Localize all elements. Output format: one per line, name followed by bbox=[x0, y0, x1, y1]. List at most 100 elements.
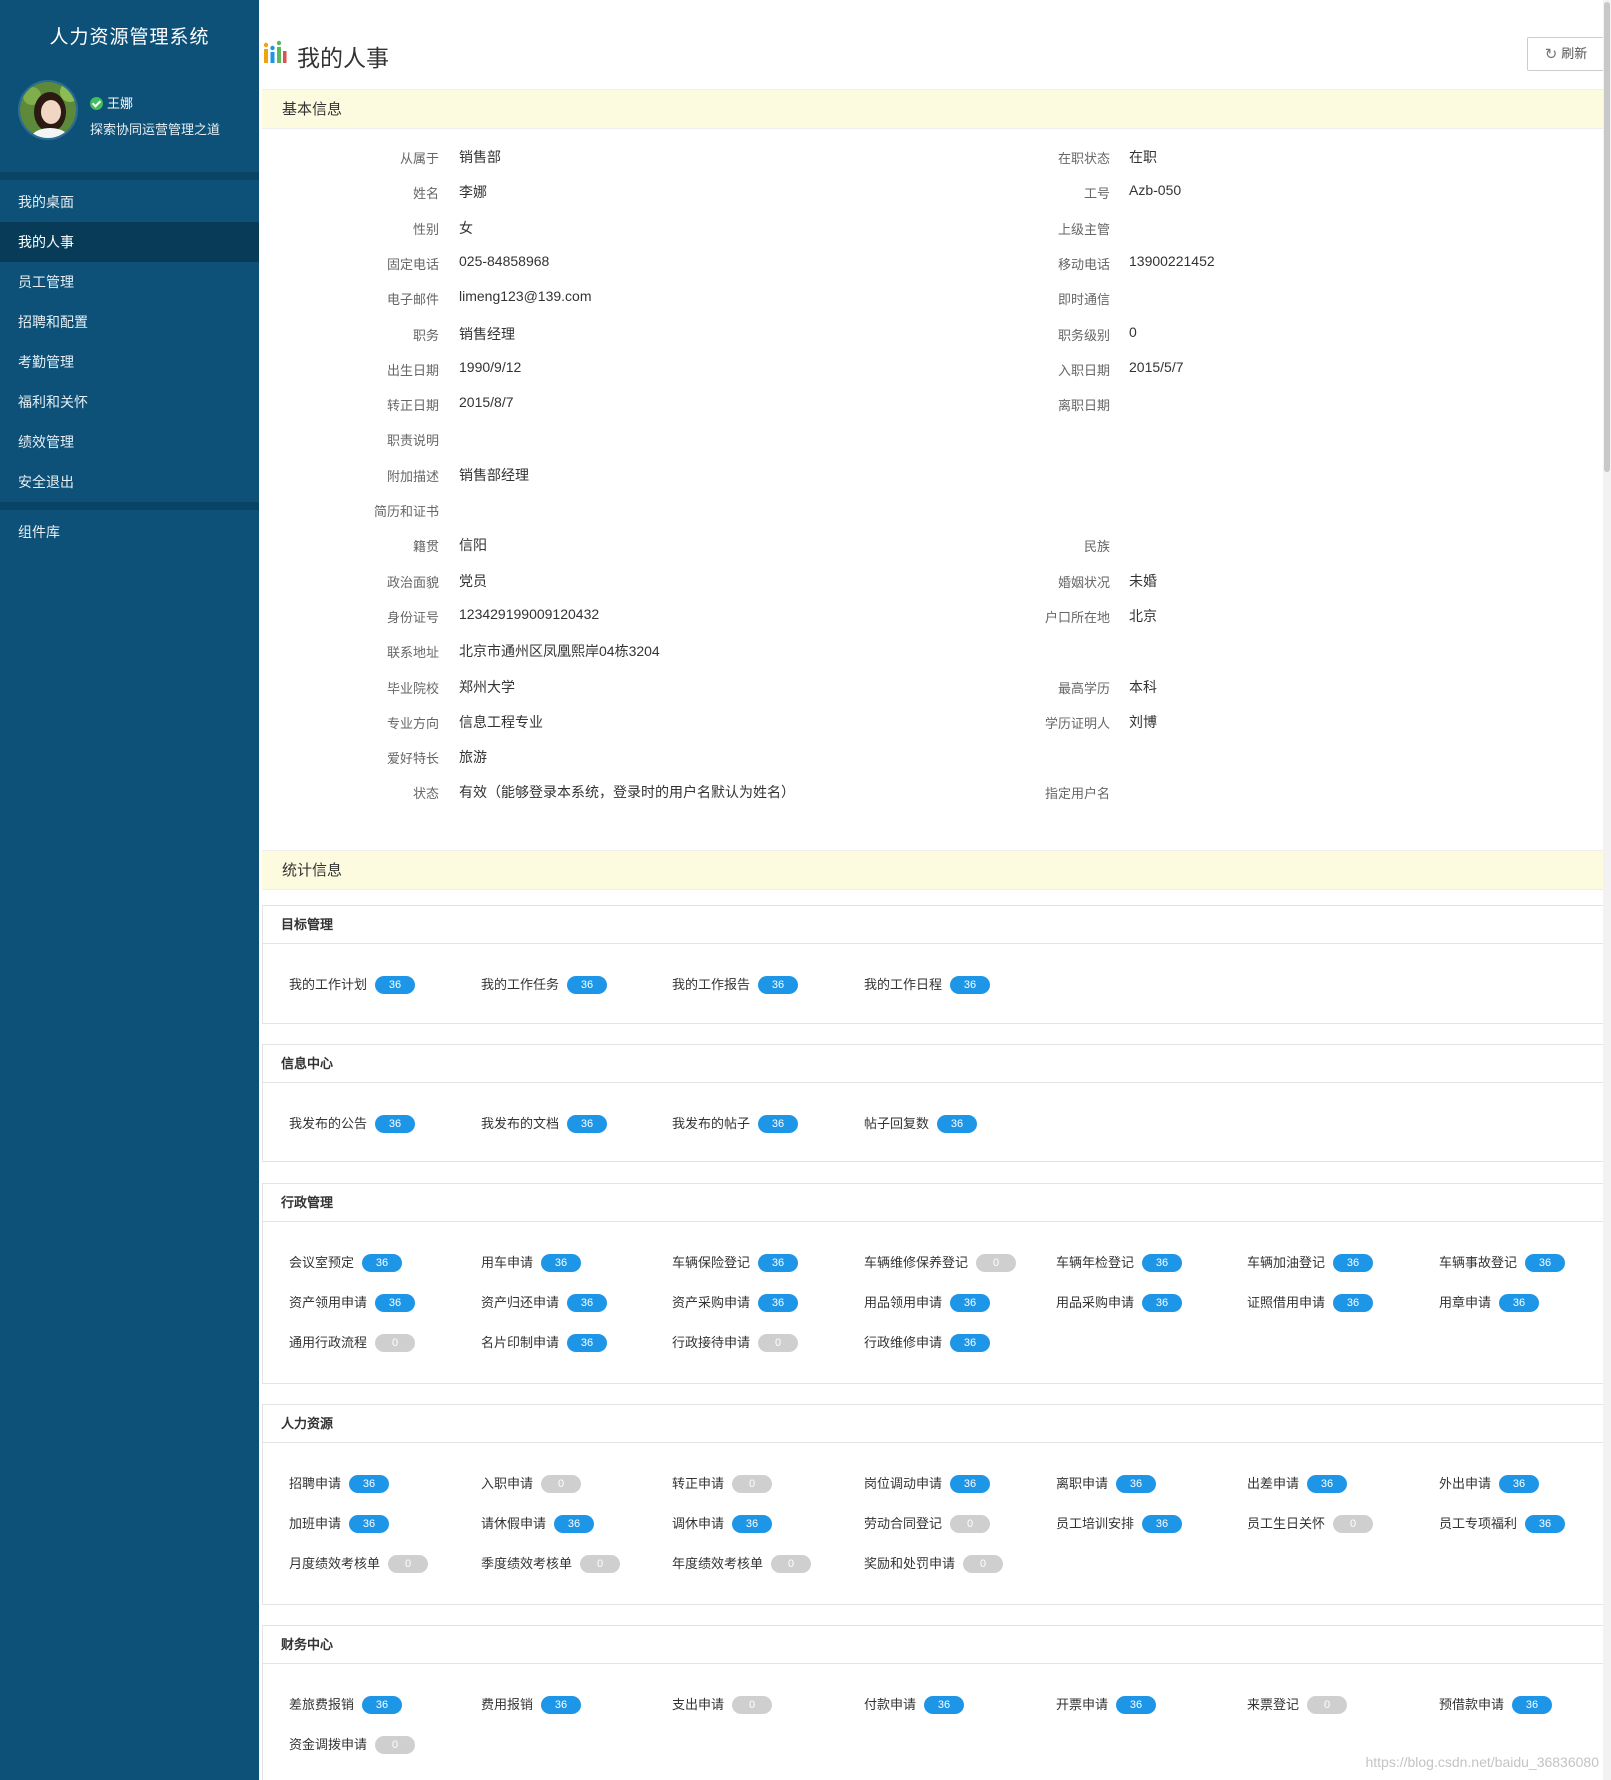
stat-label: 招聘申请 bbox=[289, 1476, 342, 1491]
stat-link[interactable]: 我发布的文档 36 bbox=[481, 1113, 608, 1133]
stat-link[interactable]: 行政维修申请 36 bbox=[864, 1332, 991, 1352]
sidebar-item-components[interactable]: 组件库 bbox=[0, 512, 259, 552]
field-label: 即时通信 bbox=[1057, 292, 1110, 308]
stat-link[interactable]: 我的工作日程 36 bbox=[864, 974, 991, 994]
sidebar-item-attendance[interactable]: 考勤管理 bbox=[0, 342, 259, 382]
info-row: 毕业院校 郑州大学 最高学历 本科 bbox=[259, 670, 1605, 704]
stat-link[interactable]: 我的工作报告 36 bbox=[672, 974, 799, 994]
stat-label: 帖子回复数 bbox=[864, 1116, 930, 1131]
stat-link[interactable]: 车辆年检登记 36 bbox=[1056, 1252, 1183, 1272]
stat-link[interactable]: 员工生日关怀 0 bbox=[1247, 1513, 1374, 1533]
sidebar-item-staff[interactable]: 员工管理 bbox=[0, 262, 259, 302]
field-label: 指定用户名 bbox=[1044, 786, 1110, 802]
sidebar-item-welfare[interactable]: 福利和关怀 bbox=[0, 382, 259, 422]
info-row: 姓名 李娜 工号 Azb-050 bbox=[259, 175, 1605, 209]
sidebar-item-recruit[interactable]: 招聘和配置 bbox=[0, 302, 259, 342]
stat-link[interactable]: 资产采购申请 36 bbox=[672, 1292, 799, 1312]
stat-link[interactable]: 资产归还申请 36 bbox=[481, 1292, 608, 1312]
stat-link[interactable]: 用品领用申请 36 bbox=[864, 1292, 991, 1312]
stat-link[interactable]: 外出申请 36 bbox=[1439, 1473, 1540, 1493]
user-name: 王娜 bbox=[90, 93, 133, 112]
count-badge: 0 bbox=[976, 1254, 1017, 1272]
stat-link[interactable]: 车辆事故登记 36 bbox=[1439, 1252, 1566, 1272]
stat-link[interactable]: 调休申请 36 bbox=[672, 1513, 773, 1533]
stat-link[interactable]: 员工培训安排 36 bbox=[1056, 1513, 1183, 1533]
stat-label: 用章申请 bbox=[1439, 1295, 1492, 1310]
count-badge: 36 bbox=[758, 1294, 799, 1312]
stat-link[interactable]: 用章申请 36 bbox=[1439, 1292, 1540, 1312]
count-badge: 36 bbox=[1525, 1515, 1566, 1533]
stat-link[interactable]: 会议室预定 36 bbox=[289, 1252, 403, 1272]
count-badge: 36 bbox=[362, 1696, 403, 1714]
count-badge: 36 bbox=[567, 976, 608, 994]
stat-link[interactable]: 入职申请 0 bbox=[481, 1473, 582, 1493]
stat-link[interactable]: 月度绩效考核单 0 bbox=[289, 1553, 429, 1573]
stat-link[interactable]: 车辆维修保养登记 0 bbox=[864, 1252, 1017, 1272]
stat-link[interactable]: 出差申请 36 bbox=[1247, 1473, 1348, 1493]
stat-link[interactable]: 请休假申请 36 bbox=[481, 1513, 595, 1533]
field-value: 1990/9/12 bbox=[459, 358, 522, 375]
stat-link[interactable]: 加班申请 36 bbox=[289, 1513, 390, 1533]
stat-link[interactable]: 我的工作任务 36 bbox=[481, 974, 608, 994]
stat-link[interactable]: 我发布的公告 36 bbox=[289, 1113, 416, 1133]
count-badge: 36 bbox=[1116, 1696, 1157, 1714]
stat-link[interactable]: 岗位调动申请 36 bbox=[864, 1473, 991, 1493]
stat-link[interactable]: 付款申请 36 bbox=[864, 1694, 965, 1714]
stat-link[interactable]: 用品采购申请 36 bbox=[1056, 1292, 1183, 1312]
stat-link[interactable]: 员工专项福利 36 bbox=[1439, 1513, 1566, 1533]
avatar[interactable] bbox=[18, 80, 78, 140]
field-value: Azb-050 bbox=[1129, 182, 1182, 199]
stat-link[interactable]: 我发布的帖子 36 bbox=[672, 1113, 799, 1133]
count-badge: 36 bbox=[1142, 1294, 1183, 1312]
stat-label: 员工培训安排 bbox=[1056, 1516, 1135, 1531]
stat-link[interactable]: 资产领用申请 36 bbox=[289, 1292, 416, 1312]
sidebar-item-my-hr[interactable]: 我的人事 bbox=[0, 222, 259, 262]
stat-label: 车辆保险登记 bbox=[672, 1255, 751, 1270]
stat-label: 我发布的文档 bbox=[481, 1116, 560, 1131]
stat-link[interactable]: 支出申请 0 bbox=[672, 1694, 773, 1714]
stat-link[interactable]: 车辆保险登记 36 bbox=[672, 1252, 799, 1272]
refresh-button[interactable]: ↻ 刷新 bbox=[1527, 37, 1605, 71]
stat-link[interactable]: 行政接待申请 0 bbox=[672, 1332, 799, 1352]
field-value: 郑州大学 bbox=[459, 678, 515, 695]
field-label: 离职日期 bbox=[1057, 398, 1110, 414]
vertical-scrollbar[interactable] bbox=[1603, 0, 1611, 1780]
stat-link[interactable]: 离职申请 36 bbox=[1056, 1473, 1157, 1493]
count-badge: 36 bbox=[375, 976, 416, 994]
stat-link[interactable]: 车辆加油登记 36 bbox=[1247, 1252, 1374, 1272]
stat-link[interactable]: 来票登记 0 bbox=[1247, 1694, 1348, 1714]
stat-card-info-center: 信息中心 我发布的公告 36 我发布的文档 36 我发布的帖子 36 帖子回复数 36 bbox=[262, 1044, 1605, 1162]
stat-link[interactable]: 转正申请 0 bbox=[672, 1473, 773, 1493]
field-value: 北京市通州区凤凰熙岸04栋3204 bbox=[459, 643, 660, 660]
stat-link[interactable]: 帖子回复数 36 bbox=[864, 1113, 978, 1133]
stat-label: 岗位调动申请 bbox=[864, 1476, 943, 1491]
stat-link[interactable]: 我的工作计划 36 bbox=[289, 974, 416, 994]
stat-label: 调休申请 bbox=[672, 1516, 725, 1531]
stat-link[interactable]: 用车申请 36 bbox=[481, 1252, 582, 1272]
count-badge: 0 bbox=[1333, 1515, 1374, 1533]
sidebar-item-logout[interactable]: 安全退出 bbox=[0, 462, 259, 502]
stat-link[interactable]: 费用报销 36 bbox=[481, 1694, 582, 1714]
stat-link[interactable]: 开票申请 36 bbox=[1056, 1694, 1157, 1714]
stat-link[interactable]: 年度绩效考核单 0 bbox=[672, 1553, 812, 1573]
stat-link[interactable]: 资金调拨申请 0 bbox=[289, 1734, 416, 1754]
stat-link[interactable]: 通用行政流程 0 bbox=[289, 1332, 416, 1352]
sidebar-item-desktop[interactable]: 我的桌面 bbox=[0, 182, 259, 222]
count-badge: 36 bbox=[1307, 1475, 1348, 1493]
sidebar-item-performance[interactable]: 绩效管理 bbox=[0, 422, 259, 462]
scrollbar-thumb[interactable] bbox=[1604, 2, 1610, 472]
field-label: 政治面貌 bbox=[386, 574, 439, 590]
stat-label: 行政接待申请 bbox=[672, 1335, 751, 1350]
refresh-label: 刷新 bbox=[1561, 46, 1588, 61]
count-badge: 0 bbox=[1307, 1696, 1348, 1714]
stat-link[interactable]: 季度绩效考核单 0 bbox=[481, 1553, 621, 1573]
stat-label: 行政维修申请 bbox=[864, 1335, 943, 1350]
stat-link[interactable]: 奖励和处罚申请 0 bbox=[864, 1553, 1004, 1573]
stat-link[interactable]: 名片印制申请 36 bbox=[481, 1332, 608, 1352]
stat-link[interactable]: 证照借用申请 36 bbox=[1247, 1292, 1374, 1312]
user-motto: 探索协同运营管理之道 bbox=[90, 122, 221, 137]
stat-link[interactable]: 招聘申请 36 bbox=[289, 1473, 390, 1493]
stat-link[interactable]: 劳动合同登记 0 bbox=[864, 1513, 991, 1533]
stat-link[interactable]: 预借款申请 36 bbox=[1439, 1694, 1553, 1714]
stat-link[interactable]: 差旅费报销 36 bbox=[289, 1694, 403, 1714]
